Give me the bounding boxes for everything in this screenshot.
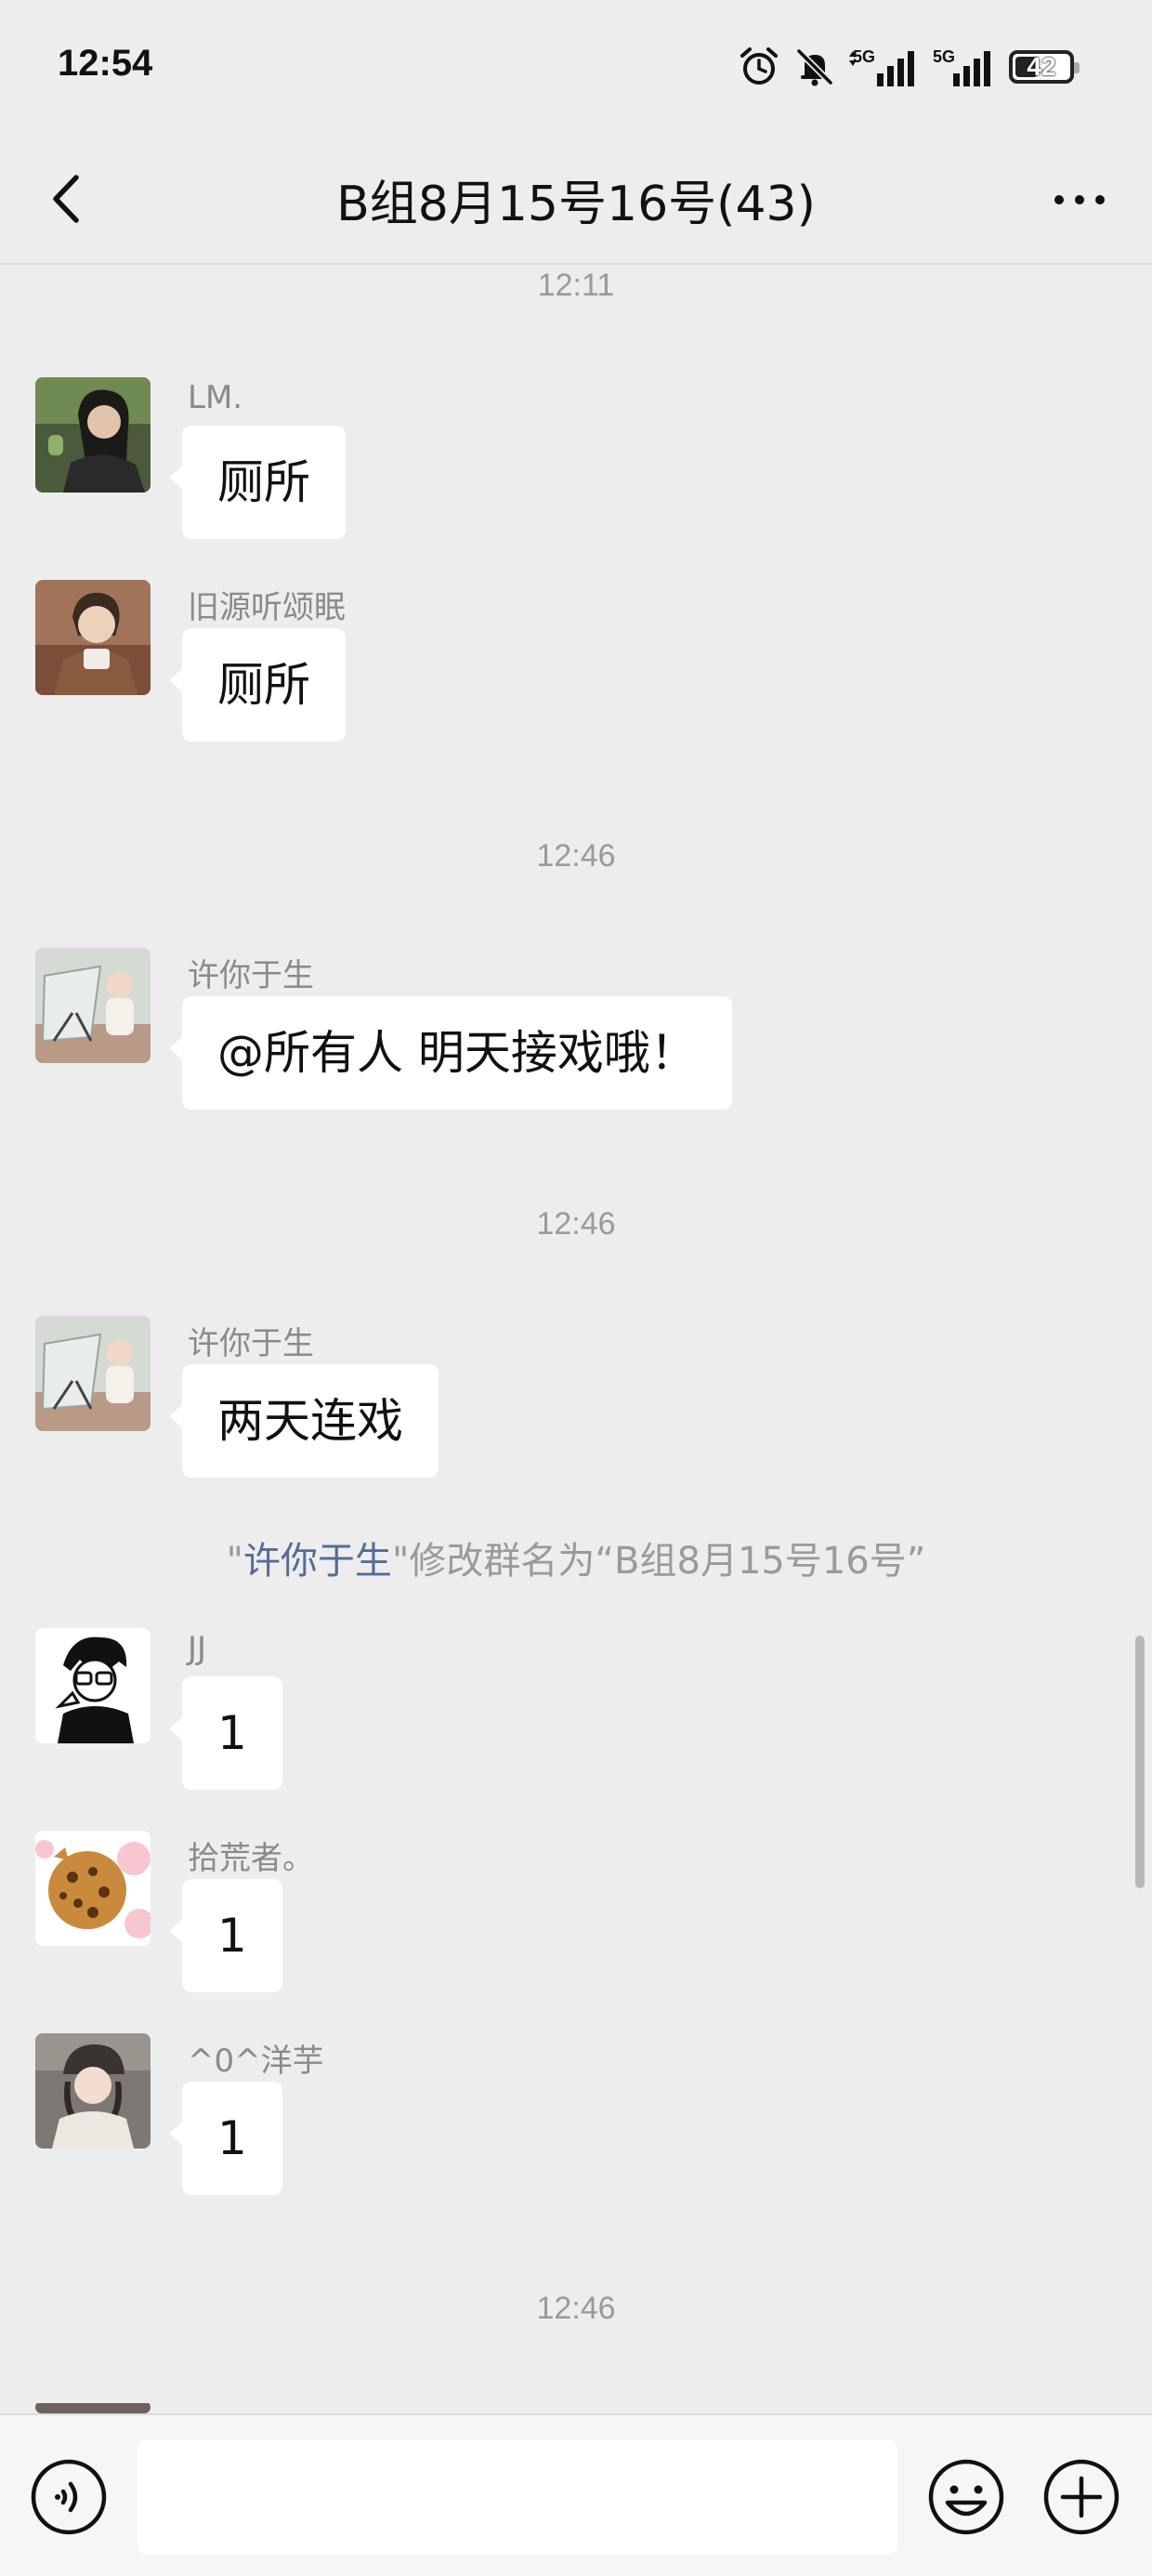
system-notice: "许你于生"修改群名为“B组8月15号16号” — [0, 1531, 1152, 1584]
alarm-icon — [740, 47, 778, 85]
notice-text: "修改群名为“B组8月15号16号” — [391, 1540, 926, 1583]
chat-header: B组8月15号16号(43) — [0, 135, 1152, 265]
message-bubble[interactable]: 两天连戏 — [169, 1364, 439, 1478]
timestamp: 12:46 — [536, 1206, 616, 1242]
sender-name: ^0^洋芋 — [188, 2043, 324, 2080]
sender-name: 许你于生 — [188, 957, 314, 994]
notice-member-name[interactable]: 许你于生 — [243, 1540, 392, 1583]
status-icons: 5G 5G 42 — [738, 43, 1080, 91]
avatar[interactable] — [35, 1628, 151, 1743]
more-dots-icon[interactable] — [1048, 174, 1111, 226]
timestamp: 12:11 — [537, 268, 615, 303]
battery-icon: 42 — [1009, 50, 1080, 84]
sender-name: 许你于生 — [188, 1325, 314, 1362]
avatar[interactable] — [35, 580, 151, 695]
message-bubble[interactable]: 1 — [169, 2082, 282, 2195]
message-bubble[interactable]: 1 — [169, 1676, 282, 1790]
signal-5g-icon: 5G — [849, 47, 914, 86]
avatar[interactable] — [35, 948, 151, 1063]
status-bar: 12:54 5G 5G 42 — [0, 0, 1152, 135]
message-bubble[interactable]: 1 — [169, 1879, 282, 1992]
avatar[interactable] — [35, 2401, 151, 2413]
message-bubble[interactable]: 厕所 — [169, 628, 346, 742]
timestamp: 12:46 — [536, 838, 616, 874]
quote-open: " — [226, 1540, 243, 1583]
sender-name: 旧源听颂眠 — [188, 589, 346, 626]
status-time: 12:54 — [58, 43, 153, 84]
avatar[interactable] — [35, 377, 151, 493]
emoji-icon[interactable] — [925, 2456, 1007, 2538]
sender-name: JJ — [188, 1630, 207, 1667]
message-bubble[interactable]: 厕所 — [169, 426, 346, 539]
avatar[interactable] — [35, 2033, 151, 2149]
avatar[interactable] — [35, 1831, 151, 1946]
network-label-2: 5G — [933, 47, 955, 66]
timestamp: 12:46 — [536, 2291, 616, 2326]
avatar[interactable] — [35, 1316, 151, 1431]
battery-level: 42 — [1027, 52, 1056, 81]
chat-title: B组8月15号16号(43) — [336, 177, 816, 232]
message-bubble[interactable]: @所有人 明天接戏哦！ — [169, 996, 732, 1110]
plus-icon[interactable] — [1041, 2456, 1122, 2538]
signal-5g-icon-2: 5G — [933, 47, 990, 86]
input-bar — [0, 2413, 1152, 2576]
sender-name: LM. — [188, 379, 243, 416]
message-input[interactable] — [137, 2439, 897, 2555]
voice-icon[interactable] — [28, 2456, 110, 2538]
bell-muted-icon — [796, 48, 833, 86]
scrollbar[interactable] — [1135, 1636, 1145, 1888]
sender-name: 拾荒者。 — [188, 1840, 314, 1877]
